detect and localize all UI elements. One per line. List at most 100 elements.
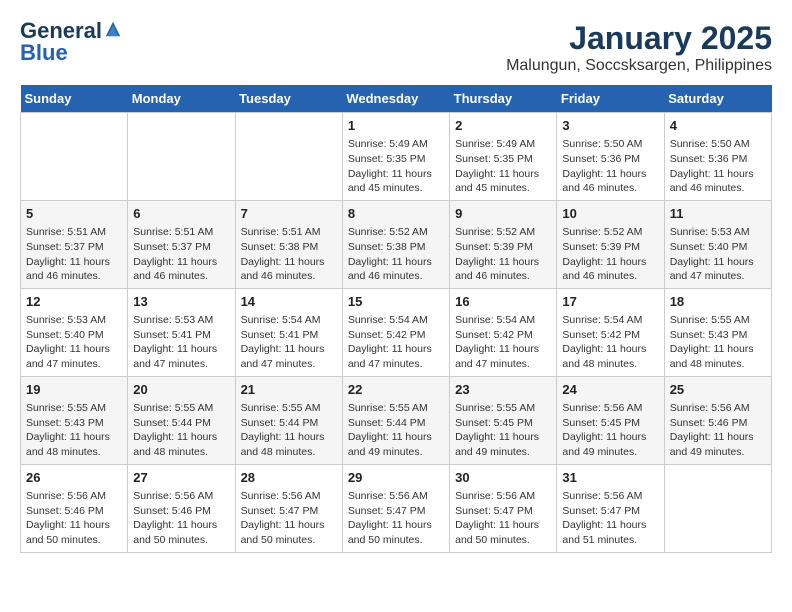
cell-info: Sunrise: 5:54 AM Sunset: 5:42 PM Dayligh… <box>348 313 444 372</box>
day-number: 30 <box>455 469 551 487</box>
day-number: 26 <box>26 469 122 487</box>
week-row-2: 5Sunrise: 5:51 AM Sunset: 5:37 PM Daylig… <box>21 200 772 288</box>
day-number: 12 <box>26 293 122 311</box>
cell-info: Sunrise: 5:50 AM Sunset: 5:36 PM Dayligh… <box>562 137 658 196</box>
calendar-cell: 17Sunrise: 5:54 AM Sunset: 5:42 PM Dayli… <box>557 288 664 376</box>
cell-info: Sunrise: 5:56 AM Sunset: 5:47 PM Dayligh… <box>348 489 444 548</box>
day-number: 10 <box>562 205 658 223</box>
calendar-cell: 5Sunrise: 5:51 AM Sunset: 5:37 PM Daylig… <box>21 200 128 288</box>
day-number: 22 <box>348 381 444 399</box>
cell-info: Sunrise: 5:54 AM Sunset: 5:42 PM Dayligh… <box>455 313 551 372</box>
day-number: 27 <box>133 469 229 487</box>
cell-info: Sunrise: 5:51 AM Sunset: 5:37 PM Dayligh… <box>133 225 229 284</box>
cell-info: Sunrise: 5:54 AM Sunset: 5:42 PM Dayligh… <box>562 313 658 372</box>
cell-info: Sunrise: 5:56 AM Sunset: 5:46 PM Dayligh… <box>133 489 229 548</box>
calendar-cell: 2 Sunrise: 5:49 AM Sunset: 5:35 PM Daylig… <box>450 113 557 201</box>
header-monday: Monday <box>128 85 235 113</box>
cell-info: Sunrise: 5:52 AM Sunset: 5:38 PM Dayligh… <box>348 225 444 284</box>
calendar-cell: 25 Sunrise: 5:56 AM Sunset: 5:46 PM Dayli… <box>664 376 771 464</box>
logo-text-line1: General <box>20 20 102 42</box>
calendar-cell: 24 Sunrise: 5:56 AM Sunset: 5:45 PM Dayli… <box>557 376 664 464</box>
calendar-cell: 15 Sunrise: 5:54 AM Sunset: 5:42 PM Dayli… <box>342 288 449 376</box>
day-number: 13 <box>133 293 229 311</box>
day-number: 16 <box>455 293 551 311</box>
cell-info: Sunrise: 5:56 AM Sunset: 5:46 PM Dayligh… <box>670 401 766 460</box>
day-number: 18 <box>670 293 766 311</box>
calendar-cell <box>235 113 342 201</box>
calendar-cell: 27 Sunrise: 5:56 AM Sunset: 5:46 PM Dayli… <box>128 464 235 552</box>
cell-info: Sunrise: 5:55 AM Sunset: 5:44 PM Dayligh… <box>348 401 444 460</box>
day-number: 11 <box>670 205 766 223</box>
day-number: 25 <box>670 381 766 399</box>
calendar-cell: 28Sunrise: 5:56 AM Sunset: 5:47 PM Dayli… <box>235 464 342 552</box>
day-number: 2 <box>455 117 551 135</box>
day-number: 3 <box>562 117 658 135</box>
day-number: 19 <box>26 381 122 399</box>
cell-info: Sunrise: 5:55 AM Sunset: 5:43 PM Dayligh… <box>26 401 122 460</box>
header-tuesday: Tuesday <box>235 85 342 113</box>
calendar-cell: 18 Sunrise: 5:55 AM Sunset: 5:43 PM Dayli… <box>664 288 771 376</box>
day-number: 6 <box>133 205 229 223</box>
cell-info: Sunrise: 5:50 AM Sunset: 5:36 PM Dayligh… <box>670 137 766 196</box>
calendar-cell: 22 Sunrise: 5:55 AM Sunset: 5:44 PM Dayli… <box>342 376 449 464</box>
cell-info: Sunrise: 5:55 AM Sunset: 5:44 PM Dayligh… <box>241 401 337 460</box>
day-number: 21 <box>241 381 337 399</box>
calendar-cell: 31Sunrise: 5:56 AM Sunset: 5:47 PM Dayli… <box>557 464 664 552</box>
calendar-cell: 7 Sunrise: 5:51 AM Sunset: 5:38 PM Daylig… <box>235 200 342 288</box>
day-number: 15 <box>348 293 444 311</box>
cell-info: Sunrise: 5:56 AM Sunset: 5:47 PM Dayligh… <box>455 489 551 548</box>
cell-info: Sunrise: 5:53 AM Sunset: 5:40 PM Dayligh… <box>670 225 766 284</box>
cell-info: Sunrise: 5:49 AM Sunset: 5:35 PM Dayligh… <box>455 137 551 196</box>
header-sunday: Sunday <box>21 85 128 113</box>
cell-info: Sunrise: 5:51 AM Sunset: 5:38 PM Dayligh… <box>241 225 337 284</box>
cell-info: Sunrise: 5:56 AM Sunset: 5:45 PM Dayligh… <box>562 401 658 460</box>
calendar-cell <box>664 464 771 552</box>
week-row-5: 26 Sunrise: 5:56 AM Sunset: 5:46 PM Dayli… <box>21 464 772 552</box>
calendar-cell: 9 Sunrise: 5:52 AM Sunset: 5:39 PM Daylig… <box>450 200 557 288</box>
calendar-cell: 14Sunrise: 5:54 AM Sunset: 5:41 PM Dayli… <box>235 288 342 376</box>
page-header: General Blue January 2025 Malungun, Socc… <box>20 20 772 75</box>
cell-info: Sunrise: 5:56 AM Sunset: 5:46 PM Dayligh… <box>26 489 122 548</box>
calendar-cell: 21 Sunrise: 5:55 AM Sunset: 5:44 PM Dayli… <box>235 376 342 464</box>
cell-info: Sunrise: 5:53 AM Sunset: 5:41 PM Dayligh… <box>133 313 229 372</box>
week-row-1: 1Sunrise: 5:49 AM Sunset: 5:35 PM Daylig… <box>21 113 772 201</box>
calendar-cell: 3 Sunrise: 5:50 AM Sunset: 5:36 PM Daylig… <box>557 113 664 201</box>
day-number: 24 <box>562 381 658 399</box>
calendar-cell: 8Sunrise: 5:52 AM Sunset: 5:38 PM Daylig… <box>342 200 449 288</box>
cell-info: Sunrise: 5:56 AM Sunset: 5:47 PM Dayligh… <box>241 489 337 548</box>
logo: General Blue <box>20 20 122 65</box>
header-saturday: Saturday <box>664 85 771 113</box>
calendar-cell: 6 Sunrise: 5:51 AM Sunset: 5:37 PM Daylig… <box>128 200 235 288</box>
day-number: 20 <box>133 381 229 399</box>
cell-info: Sunrise: 5:55 AM Sunset: 5:45 PM Dayligh… <box>455 401 551 460</box>
day-number: 4 <box>670 117 766 135</box>
header-wednesday: Wednesday <box>342 85 449 113</box>
logo-text-line2: Blue <box>20 40 68 65</box>
day-number: 31 <box>562 469 658 487</box>
cell-info: Sunrise: 5:52 AM Sunset: 5:39 PM Dayligh… <box>455 225 551 284</box>
calendar-cell: 13 Sunrise: 5:53 AM Sunset: 5:41 PM Dayli… <box>128 288 235 376</box>
calendar-cell <box>128 113 235 201</box>
cell-info: Sunrise: 5:55 AM Sunset: 5:43 PM Dayligh… <box>670 313 766 372</box>
calendar-cell: 1Sunrise: 5:49 AM Sunset: 5:35 PM Daylig… <box>342 113 449 201</box>
title-block: January 2025 Malungun, Soccsksargen, Phi… <box>506 20 772 75</box>
main-title: January 2025 <box>506 20 772 57</box>
calendar-cell: 29 Sunrise: 5:56 AM Sunset: 5:47 PM Dayli… <box>342 464 449 552</box>
cell-info: Sunrise: 5:55 AM Sunset: 5:44 PM Dayligh… <box>133 401 229 460</box>
header-thursday: Thursday <box>450 85 557 113</box>
cell-info: Sunrise: 5:53 AM Sunset: 5:40 PM Dayligh… <box>26 313 122 372</box>
day-number: 29 <box>348 469 444 487</box>
header-friday: Friday <box>557 85 664 113</box>
calendar-cell: 20 Sunrise: 5:55 AM Sunset: 5:44 PM Dayli… <box>128 376 235 464</box>
calendar-cell: 16 Sunrise: 5:54 AM Sunset: 5:42 PM Dayli… <box>450 288 557 376</box>
cell-info: Sunrise: 5:54 AM Sunset: 5:41 PM Dayligh… <box>241 313 337 372</box>
calendar-cell: 26 Sunrise: 5:56 AM Sunset: 5:46 PM Dayli… <box>21 464 128 552</box>
calendar-header-row: SundayMondayTuesdayWednesdayThursdayFrid… <box>21 85 772 113</box>
logo-icon <box>104 20 122 38</box>
calendar-cell: 11 Sunrise: 5:53 AM Sunset: 5:40 PM Dayli… <box>664 200 771 288</box>
calendar-table: SundayMondayTuesdayWednesdayThursdayFrid… <box>20 85 772 553</box>
day-number: 7 <box>241 205 337 223</box>
day-number: 9 <box>455 205 551 223</box>
subtitle: Malungun, Soccsksargen, Philippines <box>506 57 772 75</box>
cell-info: Sunrise: 5:51 AM Sunset: 5:37 PM Dayligh… <box>26 225 122 284</box>
